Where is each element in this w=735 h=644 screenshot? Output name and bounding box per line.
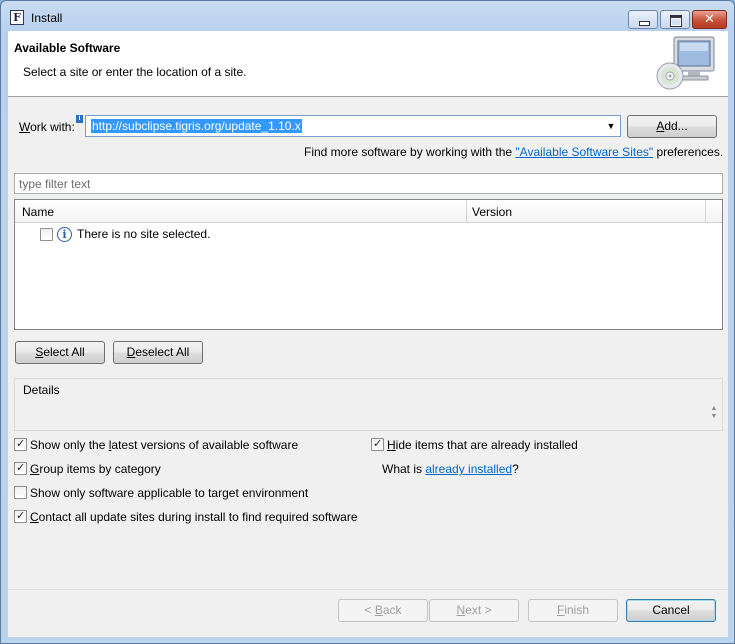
contact-update-sites-checkbox[interactable]: [14, 509, 27, 523]
available-software-sites-link[interactable]: "Available Software Sites": [515, 145, 653, 159]
column-divider[interactable]: [705, 200, 706, 222]
group-by-category-checkbox[interactable]: [14, 461, 27, 475]
work-with-combo[interactable]: http://subclipse.tigris.org/update_1.10.…: [85, 115, 621, 137]
close-icon: ✕: [704, 12, 715, 27]
deselect-all-button[interactable]: Deselect All: [113, 341, 203, 364]
close-button[interactable]: ✕: [692, 10, 727, 29]
back-button[interactable]: < Back: [338, 599, 428, 622]
column-header-version[interactable]: Version: [472, 205, 512, 219]
install-dialog-window: F Install ✕ Available Software Select a …: [0, 0, 735, 644]
what-is-installed-text: What is already installed?: [382, 462, 519, 476]
find-more-text: Find more software by working with the "…: [304, 145, 724, 159]
latest-versions-checkbox[interactable]: [14, 437, 27, 451]
target-environment-checkbox[interactable]: [14, 486, 27, 499]
hide-installed-label[interactable]: Hide items that are already installed: [387, 438, 578, 452]
already-installed-link[interactable]: already installed: [425, 462, 512, 476]
details-scroll-arrows-icon[interactable]: ▲ ▼: [709, 405, 719, 421]
dropdown-arrow-icon[interactable]: ▼: [605, 119, 617, 133]
column-divider[interactable]: [466, 200, 467, 222]
work-with-label: Work with:: [19, 120, 75, 134]
software-tree[interactable]: Name Version i There is no site selected…: [14, 199, 723, 330]
row-checkbox[interactable]: [40, 228, 53, 241]
page-title: Available Software: [14, 41, 121, 55]
tree-header: Name Version: [15, 200, 722, 223]
select-all-button[interactable]: Select All: [15, 341, 105, 364]
latest-versions-label[interactable]: Show only the latest versions of availab…: [30, 438, 298, 452]
window-title: Install: [31, 11, 63, 25]
minimize-button[interactable]: [628, 10, 658, 29]
work-with-value[interactable]: http://subclipse.tigris.org/update_1.10.…: [91, 119, 302, 133]
eclipse-app-icon: F: [10, 10, 24, 25]
maximize-button[interactable]: [660, 10, 690, 29]
add-site-button[interactable]: Add...: [627, 115, 717, 138]
info-icon: i: [57, 227, 72, 242]
footer-divider: [8, 589, 728, 590]
install-monitor-cd-icon: [656, 36, 715, 90]
next-button[interactable]: Next >: [429, 599, 519, 622]
title-bar[interactable]: F Install ✕: [1, 1, 734, 31]
info-decoration-icon: i: [76, 115, 83, 123]
row-text: There is no site selected.: [77, 227, 211, 241]
details-area: Details ▲ ▼: [14, 378, 723, 431]
details-label: Details: [23, 383, 60, 397]
hide-installed-checkbox[interactable]: [371, 437, 384, 451]
finish-button[interactable]: Finish: [528, 599, 618, 622]
contact-update-sites-label[interactable]: Contact all update sites during install …: [30, 510, 358, 524]
target-environment-label[interactable]: Show only software applicable to target …: [30, 486, 308, 500]
column-header-name[interactable]: Name: [22, 205, 54, 219]
page-description: Select a site or enter the location of a…: [23, 65, 247, 79]
cancel-button[interactable]: Cancel: [626, 599, 716, 622]
tree-row[interactable]: i There is no site selected.: [15, 224, 722, 244]
wizard-header: Available Software Select a site or ente…: [8, 31, 728, 97]
dialog-client-area: Available Software Select a site or ente…: [8, 31, 728, 637]
group-by-category-label[interactable]: Group items by category: [30, 462, 161, 476]
filter-input[interactable]: type filter text: [14, 173, 723, 194]
